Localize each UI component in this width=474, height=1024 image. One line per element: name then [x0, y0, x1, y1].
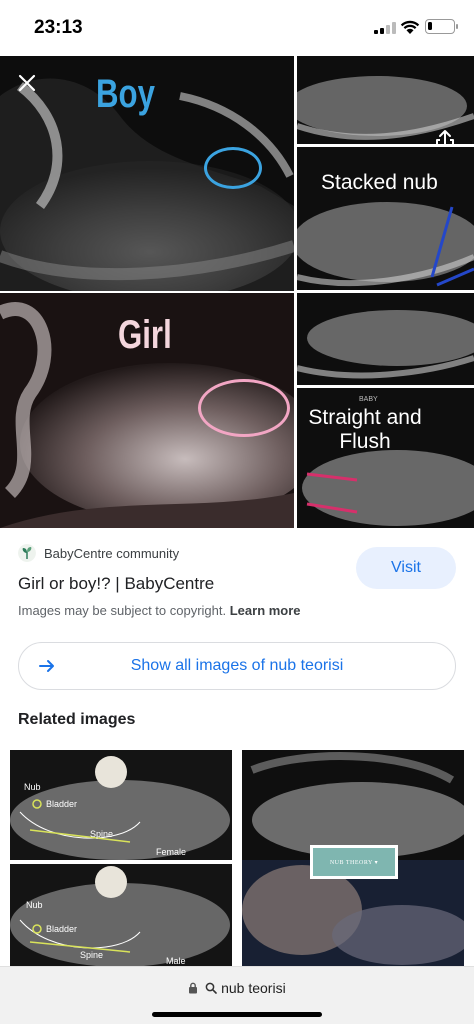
status-bar: 23:13	[0, 0, 474, 56]
nub-label-top: Nub	[24, 782, 41, 792]
source-row[interactable]: BabyCentre community	[18, 544, 179, 562]
boy-nub-circle	[204, 147, 262, 189]
boy-label: Boy	[96, 72, 155, 116]
bladder-label-bottom: Bladder	[46, 924, 78, 934]
ultrasound-stacked-nub-image: Stacked nub	[297, 147, 474, 290]
stacked-nub-label: Stacked nub	[321, 171, 438, 194]
home-indicator	[152, 1012, 322, 1017]
related-image-2[interactable]: NUB THEORY ▾	[242, 750, 464, 966]
spine-label-bottom: Spine	[80, 950, 104, 960]
source-name: BabyCentre community	[44, 545, 180, 561]
search-query: nub teorisi	[221, 980, 286, 996]
url-bar[interactable]: nub teorisi	[0, 966, 474, 1024]
close-button[interactable]	[14, 70, 40, 96]
show-all-images-button[interactable]: Show all images of nub teorisi	[18, 642, 456, 690]
related-images-grid: Nub Bladder Spine Female Nub Bladder Spi…	[0, 750, 474, 966]
battery-icon	[425, 19, 458, 34]
nub-theory-badge-text: NUB THEORY ▾	[313, 848, 395, 876]
lock-icon	[189, 982, 198, 994]
female-label: Female	[156, 847, 187, 857]
signal-icon	[374, 22, 396, 34]
nub-theory-badge: NUB THEORY ▾	[310, 845, 398, 879]
ultrasound-girl-image: Girl	[0, 293, 294, 528]
result-title[interactable]: Girl or boy!? | BabyCentre	[18, 574, 214, 594]
copyright-notice: Images may be subject to copyright. Lear…	[18, 603, 301, 618]
girl-nub-circle	[198, 379, 290, 437]
visit-button[interactable]: Visit	[356, 547, 456, 589]
babycentre-logo-icon	[18, 544, 36, 562]
copyright-text: Images may be subject to copyright.	[18, 603, 227, 618]
nub-label-bottom: Nub	[26, 900, 43, 910]
show-all-label: Show all images of nub teorisi	[130, 657, 344, 674]
close-icon	[18, 74, 36, 92]
learn-more-link[interactable]: Learn more	[230, 603, 301, 618]
ultrasound-straight-flush-image: BABY Straight and Flush	[297, 388, 474, 528]
wifi-icon	[400, 20, 420, 34]
status-time: 23:13	[34, 17, 83, 38]
url-display: nub teorisi	[0, 980, 474, 996]
spine-label-top: Spine	[90, 829, 114, 839]
related-images-heading: Related images	[18, 711, 136, 728]
male-label: Male	[166, 956, 186, 966]
ultrasound-boy-image: Boy	[0, 56, 294, 291]
baby-label: BABY	[359, 396, 378, 403]
straight-flush-label: Straight and Flush	[308, 406, 422, 453]
related-image-1[interactable]: Nub Bladder Spine Female Nub Bladder Spi…	[10, 750, 232, 966]
girl-label: Girl	[118, 313, 172, 357]
search-icon	[205, 982, 218, 994]
ultrasound-right-3	[297, 293, 474, 385]
bladder-label-top: Bladder	[46, 799, 78, 809]
hero-image[interactable]: Boy Girl Stacked nub BABY Straight and F…	[0, 56, 474, 528]
